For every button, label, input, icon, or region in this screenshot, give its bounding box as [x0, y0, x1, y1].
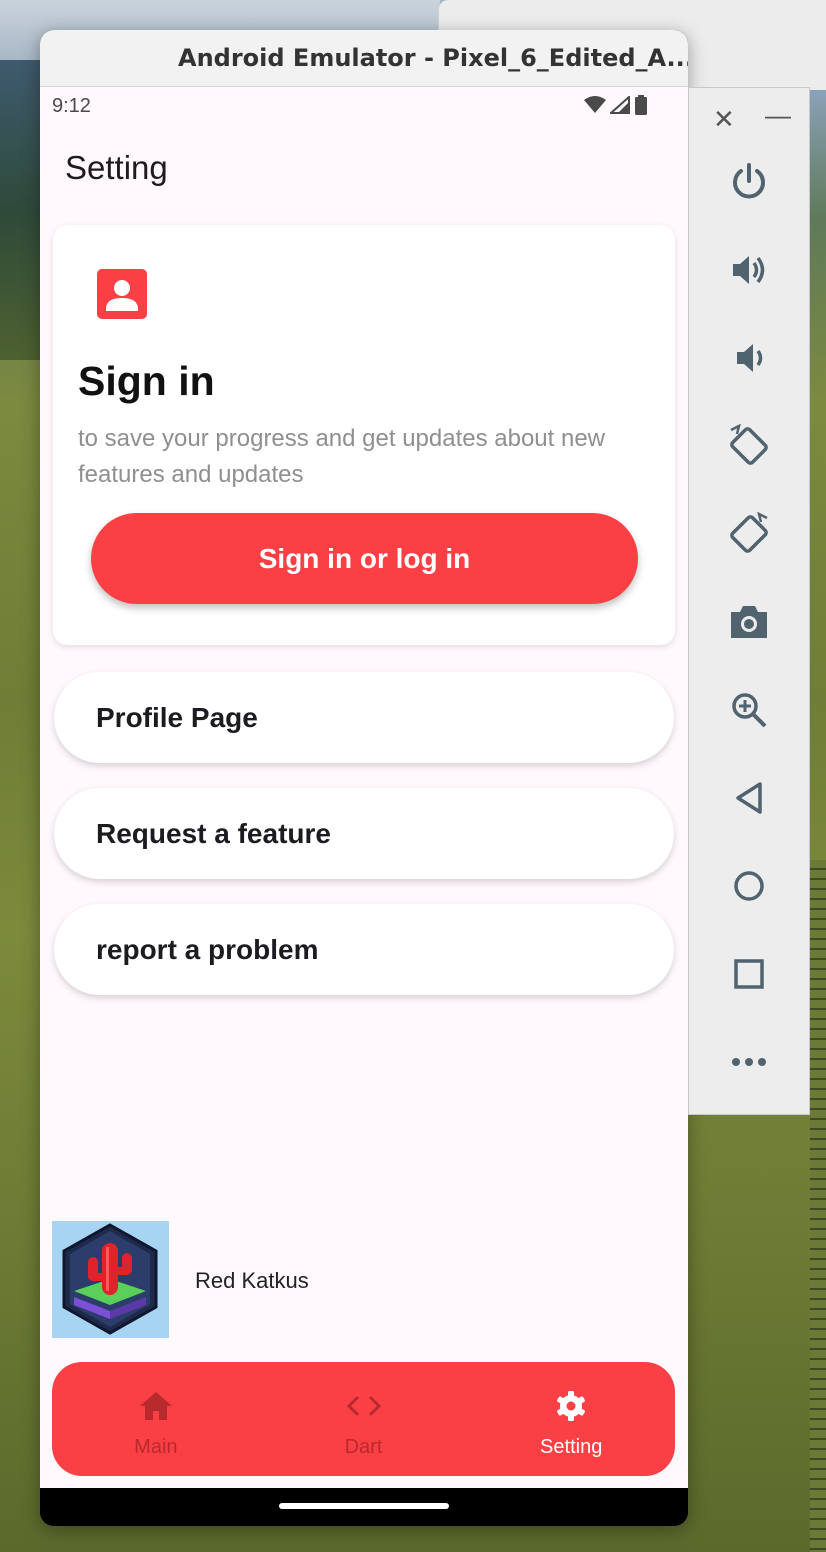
account-box-icon: [97, 269, 147, 319]
back-icon[interactable]: [719, 768, 779, 828]
menu-item-profile-page[interactable]: Profile Page: [54, 672, 674, 763]
menu-item-request-feature[interactable]: Request a feature: [54, 788, 674, 879]
battery-icon: [635, 95, 647, 115]
signin-description: to save your progress and get updates ab…: [78, 425, 606, 488]
menu-item-report-problem[interactable]: report a problem: [54, 904, 674, 995]
gesture-handle[interactable]: [279, 1503, 449, 1509]
minimize-icon[interactable]: —: [765, 100, 791, 131]
gesture-area: [40, 1488, 688, 1526]
gear-icon: [555, 1388, 587, 1424]
signal-icon: [610, 96, 630, 114]
overview-icon[interactable]: [719, 944, 779, 1004]
nav-label-main: Main: [134, 1436, 178, 1458]
nav-item-dart[interactable]: Dart: [260, 1362, 468, 1476]
rotate-right-icon[interactable]: [719, 504, 779, 564]
bottom-navigation: Main Dart Setting: [52, 1362, 675, 1476]
signin-heading: Sign in: [78, 358, 215, 404]
power-icon[interactable]: [719, 152, 779, 212]
emulator-window: Android Emulator - Pixel_6_Edited_A... 9…: [40, 30, 688, 1526]
home-circle-icon[interactable]: [719, 856, 779, 916]
app-name: Red Katkus: [195, 1268, 309, 1293]
desktop-field: [810, 860, 826, 1552]
phone-screen: 9:12 Setting Sign in to save your progre…: [40, 87, 688, 1488]
nav-label-setting: Setting: [540, 1436, 603, 1458]
wifi-icon: [584, 96, 606, 113]
signin-button[interactable]: Sign in or log in: [91, 513, 638, 604]
code-icon: [346, 1388, 381, 1424]
nav-item-main[interactable]: Main: [52, 1362, 260, 1476]
zoom-icon[interactable]: [719, 680, 779, 740]
nav-item-setting[interactable]: Setting: [467, 1362, 675, 1476]
nav-label-dart: Dart: [344, 1436, 383, 1458]
volume-down-icon[interactable]: [719, 328, 779, 388]
more-icon[interactable]: [719, 1032, 779, 1092]
rotate-left-icon[interactable]: [719, 416, 779, 476]
close-icon[interactable]: ✕: [713, 104, 735, 135]
app-logo: [52, 1221, 169, 1338]
volume-up-icon[interactable]: [719, 240, 779, 300]
page-title: Setting: [65, 149, 168, 186]
emulator-toolbar: ✕ —: [688, 87, 810, 1115]
home-icon: [139, 1388, 173, 1424]
camera-icon[interactable]: [719, 592, 779, 652]
signin-card: Sign in to save your progress and get up…: [53, 225, 675, 645]
window-title: Android Emulator - Pixel_6_Edited_A...: [40, 30, 688, 87]
status-icons: [584, 95, 648, 115]
status-bar: 9:12: [52, 95, 648, 121]
status-time: 9:12: [52, 95, 91, 117]
